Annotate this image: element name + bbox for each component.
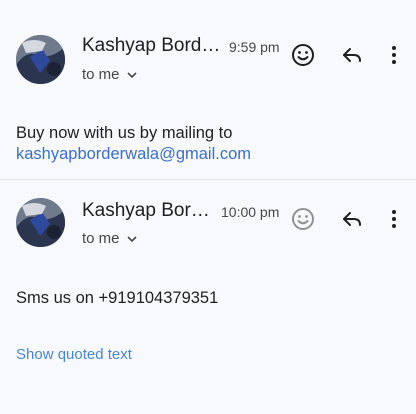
sender-name: Kashyap Border... xyxy=(82,35,224,56)
body-line: Buy now with us by mailing to xyxy=(16,124,233,142)
recipient-label: to me xyxy=(82,230,120,247)
more-options-button[interactable] xyxy=(380,41,408,69)
more-vert-icon xyxy=(392,46,396,64)
email-link[interactable]: kashyapborderwala@gmail.com xyxy=(16,144,251,165)
recipient-details-toggle[interactable]: to me xyxy=(82,230,138,247)
sender-avatar[interactable] xyxy=(16,198,65,247)
message-time: 9:59 pm xyxy=(229,39,280,55)
reply-button[interactable] xyxy=(338,205,366,233)
sender-name: Kashyap Bord... xyxy=(82,200,212,221)
recipient-details-toggle[interactable]: to me xyxy=(82,66,138,83)
reply-button[interactable] xyxy=(338,41,366,69)
show-quoted-text-link[interactable]: Show quoted text xyxy=(16,346,132,363)
chevron-down-icon xyxy=(126,235,137,242)
react-emoji-button[interactable] xyxy=(289,205,317,233)
recipient-label: to me xyxy=(82,66,120,83)
smiley-icon xyxy=(292,44,314,66)
message-divider xyxy=(0,179,416,180)
more-options-button[interactable] xyxy=(380,205,408,233)
message-body: Sms us on +919104379351 xyxy=(16,289,219,307)
sender-avatar[interactable] xyxy=(16,35,65,84)
reply-icon xyxy=(343,48,361,62)
message-body: Buy now with us by mailing to kashyapbor… xyxy=(16,123,251,165)
reply-icon xyxy=(343,212,361,226)
smiley-icon xyxy=(292,208,314,230)
message-time: 10:00 pm xyxy=(221,204,280,220)
more-vert-icon xyxy=(392,210,396,228)
react-emoji-button[interactable] xyxy=(289,41,317,69)
chevron-down-icon xyxy=(126,71,137,78)
